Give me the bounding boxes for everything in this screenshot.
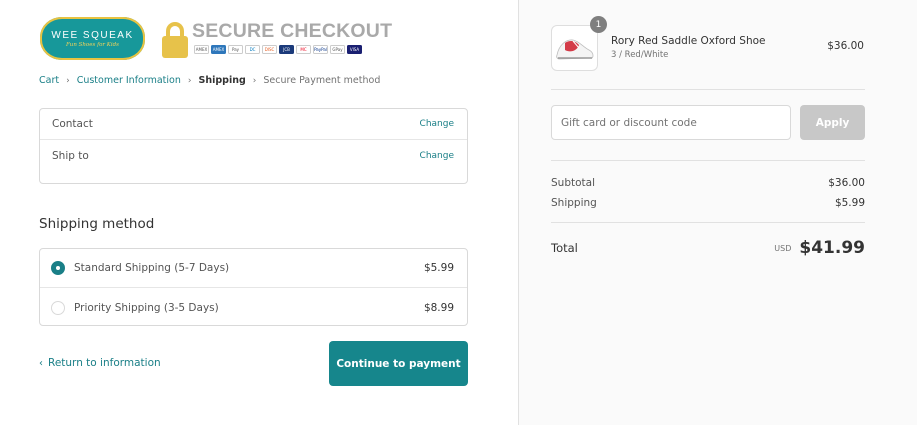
shipping-option-standard[interactable]: Standard Shipping (5-7 Days) $5.99 [40, 249, 467, 288]
visa-card-icon: VISA [347, 45, 362, 54]
breadcrumb-cart[interactable]: Cart [39, 75, 59, 86]
google-pay-card-icon: GPay [330, 45, 345, 54]
chevron-right-icon: › [66, 75, 70, 86]
apply-button[interactable]: Apply [800, 105, 865, 140]
shipto-label: Ship to [52, 149, 89, 162]
store-logo[interactable]: WEE SQUEAK Fun Shoes for Kids [40, 17, 145, 60]
radio-button[interactable] [51, 300, 65, 315]
subtotal-label: Subtotal [551, 177, 595, 189]
shipping-method-options: Standard Shipping (5-7 Days) $5.99 Prior… [39, 248, 468, 326]
diners-club-card-icon: DC [245, 45, 260, 54]
payment-cards: AMEX AMEX Pay DC DISC JCB MC PayPal GPay… [194, 45, 362, 54]
total-label: Total [551, 241, 578, 255]
change-shipto-link[interactable]: Change [420, 151, 454, 161]
product-price: $36.00 [827, 40, 864, 52]
product-variant: 3 / Red/White [611, 50, 669, 60]
shipping-row: Shipping $5.99 [551, 197, 865, 209]
change-contact-link[interactable]: Change [420, 119, 454, 129]
total-value: $41.99 [799, 238, 865, 258]
store-logo-tagline: Fun Shoes for Kids [65, 41, 120, 48]
total-amount: USD $41.99 [774, 238, 865, 258]
total-row: Total USD $41.99 [551, 238, 865, 258]
shipping-option-price: $8.99 [423, 301, 454, 314]
discover-card-icon: DISC [262, 45, 277, 54]
secure-checkout-banner: SECURE CHECKOUT AMEX AMEX Pay DC DISC JC… [162, 20, 392, 60]
review-block: Contact Change Ship to Change [39, 108, 468, 184]
shipping-label: Shipping [551, 197, 597, 209]
shipping-method-title: Shipping method [39, 216, 155, 232]
divider [551, 160, 865, 161]
return-link-label: Return to information [48, 357, 161, 369]
product-thumbnail [551, 25, 598, 71]
mastercard-card-icon: MC [296, 45, 311, 54]
amex-card-icon: AMEX [194, 45, 209, 54]
checkout-main: WEE SQUEAK Fun Shoes for Kids SECURE CHE… [0, 0, 518, 425]
shipping-option-label: Priority Shipping (3-5 Days) [74, 301, 219, 314]
divider [551, 89, 865, 90]
divider [551, 222, 865, 223]
store-logo-name: WEE SQUEAK [51, 29, 134, 41]
currency-code: USD [774, 243, 792, 253]
discount-code-input[interactable]: Gift card or discount code [551, 105, 791, 140]
product-name: Rory Red Saddle Oxford Shoe [611, 35, 766, 47]
shipping-option-price: $5.99 [423, 262, 454, 274]
paypal-card-icon: PayPal [313, 45, 328, 54]
shipping-option-priority[interactable]: Priority Shipping (3-5 Days) $8.99 [40, 288, 467, 327]
shoe-image-icon [556, 39, 594, 60]
apple-pay-card-icon: Pay [228, 45, 243, 54]
breadcrumb-customer-information[interactable]: Customer Information [77, 75, 181, 86]
quantity-badge: 1 [590, 16, 607, 33]
chevron-right-icon: › [187, 75, 192, 86]
breadcrumb-payment-method: Secure Payment method [263, 75, 381, 86]
radio-button-selected[interactable] [51, 261, 65, 275]
secure-checkout-title: SECURE CHECKOUT [192, 20, 393, 42]
chevron-right-icon: › [252, 75, 257, 86]
order-summary: 1 Rory Red Saddle Oxford Shoe 3 / Red/Wh… [518, 0, 917, 425]
shipping-value: $5.99 [834, 197, 865, 209]
contact-label: Contact [52, 118, 93, 130]
breadcrumb-shipping: Shipping [198, 75, 246, 86]
review-contact-row: Contact Change [40, 109, 467, 140]
return-to-information-link[interactable]: ‹ Return to information [39, 357, 161, 369]
review-shipto-row: Ship to Change [40, 140, 467, 171]
continue-to-payment-button[interactable]: Continue to payment [329, 341, 468, 386]
subtotal-value: $36.00 [828, 177, 865, 189]
jcb-card-icon: JCB [279, 45, 294, 54]
shipping-option-label: Standard Shipping (5-7 Days) [74, 262, 230, 274]
breadcrumb: Cart › Customer Information › Shipping ›… [39, 75, 380, 86]
amex-blue-card-icon: AMEX [211, 45, 226, 54]
padlock-icon [162, 22, 188, 58]
subtotal-row: Subtotal $36.00 [551, 177, 865, 189]
chevron-left-icon: ‹ [39, 357, 43, 369]
